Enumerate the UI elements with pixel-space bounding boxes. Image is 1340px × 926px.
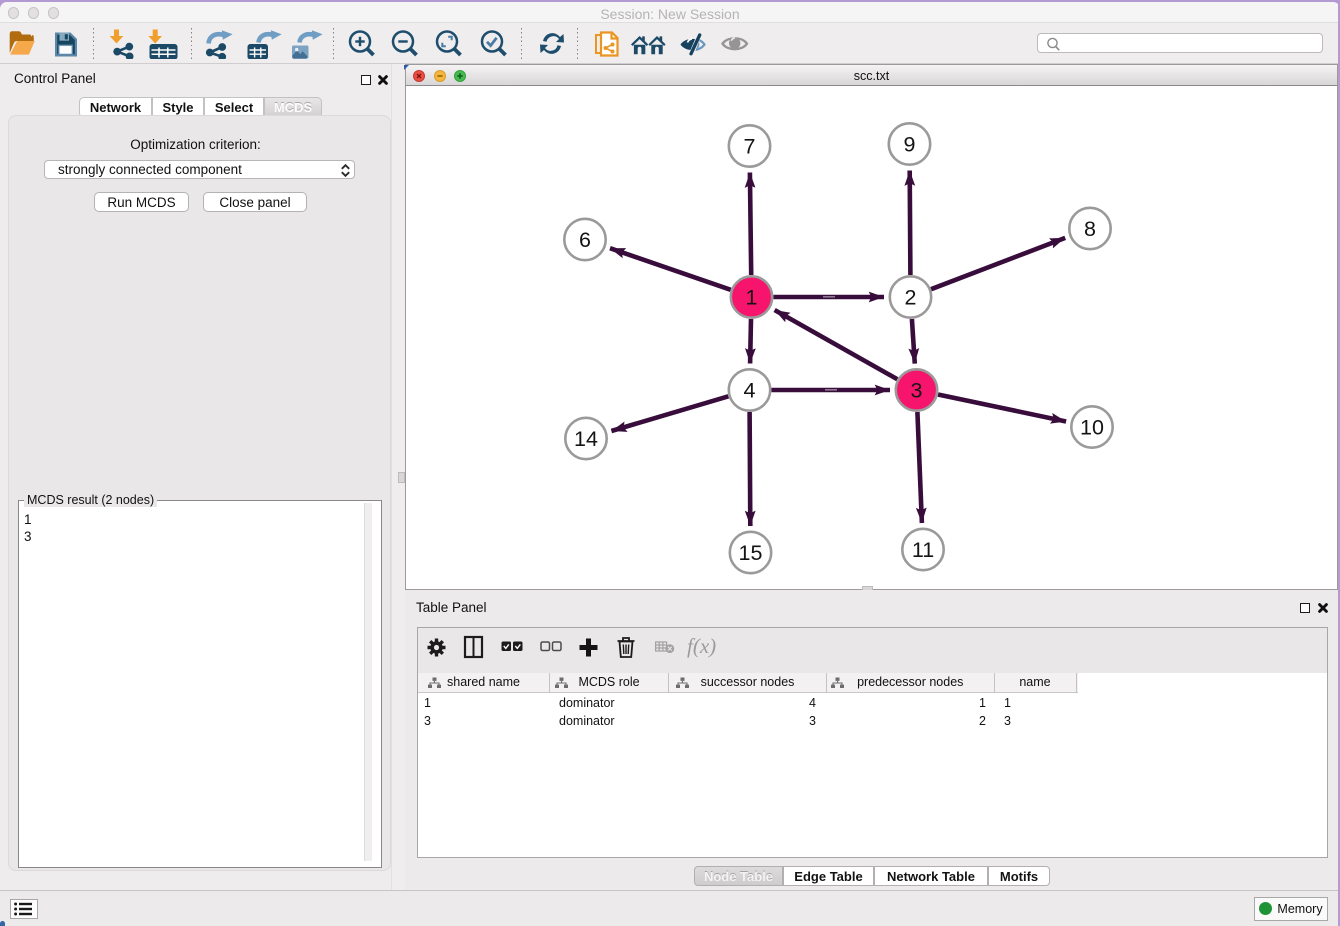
svg-text:1: 1	[746, 286, 758, 310]
svg-text:14: 14	[574, 427, 598, 451]
svg-text:6: 6	[579, 228, 591, 252]
svg-text:15: 15	[739, 541, 763, 565]
svg-text:8: 8	[1084, 217, 1096, 241]
svg-text:7: 7	[744, 135, 756, 159]
svg-text:4: 4	[744, 379, 756, 403]
svg-text:9: 9	[904, 133, 916, 157]
svg-text:10: 10	[1080, 416, 1104, 440]
svg-text:2: 2	[905, 286, 917, 310]
svg-text:3: 3	[911, 379, 923, 403]
svg-text:11: 11	[912, 538, 934, 562]
